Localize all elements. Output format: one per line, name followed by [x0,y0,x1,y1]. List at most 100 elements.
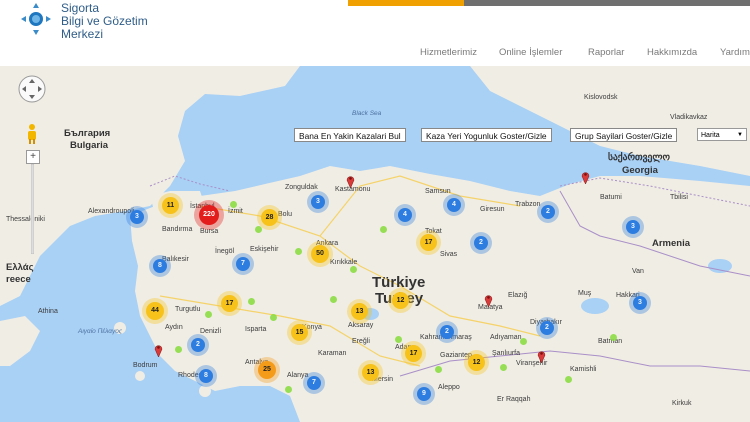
city-label: Tbilisi [670,194,688,201]
marker-pin-icon[interactable] [581,170,590,184]
zoom-slider-track[interactable] [31,164,34,254]
logo-icon [21,3,51,35]
cluster-marker[interactable]: 7 [307,376,321,390]
city-label: Er Raqqah [497,396,531,403]
cluster-marker[interactable]: 9 [417,387,431,401]
cluster-marker[interactable]: 8 [199,369,213,383]
cluster-marker[interactable]: 15 [291,324,308,341]
cluster-marker[interactable]: 17 [405,345,422,362]
density-dot [230,201,237,208]
cluster-marker[interactable]: 44 [146,302,164,320]
city-label: Bandırma [162,226,193,233]
density-dot [205,311,212,318]
label-greece-native: Ελλάς [6,262,34,273]
zoom-in-icon[interactable]: + [26,150,40,164]
site-header: Sigorta Bilgi ve Gözetim Merkezi Hizmetl… [0,0,750,66]
city-label: Kamishli [570,366,597,373]
label-black-sea: Black Sea [352,110,382,117]
city-label: Aksaray [348,322,374,329]
nav-about[interactable]: Hakkımızda [647,47,697,58]
toggle-group-count-button[interactable]: Grup Sayilari Goster/Gizle [570,128,678,142]
cluster-marker[interactable]: 3 [633,296,647,310]
marker-pin-icon[interactable] [484,293,493,307]
density-dot [395,336,402,343]
cluster-marker[interactable]: 220 [199,205,219,225]
cluster-marker[interactable]: 8 [153,259,167,273]
city-label: Thessaloniki [6,216,45,223]
cluster-marker[interactable]: 13 [362,364,379,381]
marker-pin-icon[interactable] [346,174,355,188]
city-label: Denizli [200,328,222,335]
marker-pin-icon[interactable] [537,349,546,363]
city-label: Sivas [440,251,458,258]
city-label: Ereğli [352,338,370,345]
city-label: Isparta [245,326,267,333]
city-label: Bodrum [133,362,158,369]
density-dot [610,334,617,341]
label-bulgaria: Bulgaria [70,140,109,151]
cluster-marker[interactable]: 28 [261,209,278,226]
nav-reports[interactable]: Raporlar [588,47,624,58]
label-greece: reece [6,274,31,285]
city-label: Turgutlu [175,306,201,313]
city-label: Kislovodsk [584,94,618,101]
density-dot [565,376,572,383]
cluster-marker[interactable]: 12 [468,354,485,371]
cluster-marker[interactable]: 12 [392,292,409,309]
cluster-marker[interactable]: 2 [541,205,555,219]
city-label: Kirkuk [672,400,692,407]
cluster-marker[interactable]: 7 [236,257,250,271]
city-label: Giresun [480,206,505,213]
cluster-marker[interactable]: 2 [474,236,488,250]
accident-map[interactable]: България Bulgaria საქართველო Georgia Arm… [0,66,750,422]
cluster-marker[interactable]: 50 [311,245,329,263]
cluster-marker[interactable]: 3 [626,220,640,234]
label-turkiye: Türkiye [372,274,426,291]
city-label: Gaziantep [440,352,472,359]
density-dot [330,296,337,303]
cluster-marker[interactable]: 13 [351,303,368,320]
cluster-marker[interactable]: 3 [130,210,144,224]
city-label: Muş [578,290,592,297]
cluster-marker[interactable]: 25 [258,361,276,379]
city-label: Alanya [287,372,309,379]
density-dot [380,226,387,233]
cluster-marker[interactable]: 2 [540,321,554,335]
density-dot [520,338,527,345]
density-dot [285,386,292,393]
pan-control-icon[interactable] [17,74,47,104]
cluster-marker[interactable]: 17 [420,234,437,251]
city-label: Trabzon [515,201,541,208]
toggle-density-button[interactable]: Kaza Yeri Yogunluk Goster/Gizle [421,128,552,142]
city-label: Şanlıurfa [492,350,521,357]
nav-services[interactable]: Hizmetlerimiz [420,47,477,58]
brand-name[interactable]: Sigorta Bilgi ve Gözetim Merkezi [61,2,148,41]
street-view-pegman-icon[interactable] [25,123,39,145]
density-dot [255,226,262,233]
map-type-select[interactable]: Harita ▼ [697,128,747,141]
density-dot [435,366,442,373]
find-nearest-accidents-button[interactable]: Bana En Yakin Kazalari Bul [294,128,406,142]
cluster-marker[interactable]: 4 [447,198,461,212]
city-label: Adıyaman [490,334,522,341]
density-dot [270,314,277,321]
city-label: Aydın [165,324,183,331]
cluster-marker[interactable]: 2 [191,338,205,352]
label-bulgaria-native: България [64,128,111,139]
city-label: Zonguldak [285,184,318,191]
cluster-marker[interactable]: 4 [398,208,412,222]
label-armenia: Armenia [652,238,691,249]
nav-online[interactable]: Online İşlemler [499,47,562,58]
cluster-marker[interactable]: 11 [162,197,179,214]
city-label: İzmit [228,208,243,215]
city-label: Vladikavkaz [670,114,708,121]
cluster-marker[interactable]: 17 [221,295,238,312]
cluster-marker[interactable]: 2 [440,325,454,339]
brand-line-3: Merkezi [61,27,104,41]
top-user-bar [348,0,750,6]
city-label: Eskişehir [250,246,279,253]
marker-pin-icon[interactable] [154,343,163,357]
nav-help[interactable]: Yardım [720,47,750,58]
city-label: Kırıkkale [330,259,358,266]
cluster-marker[interactable]: 3 [311,195,325,209]
